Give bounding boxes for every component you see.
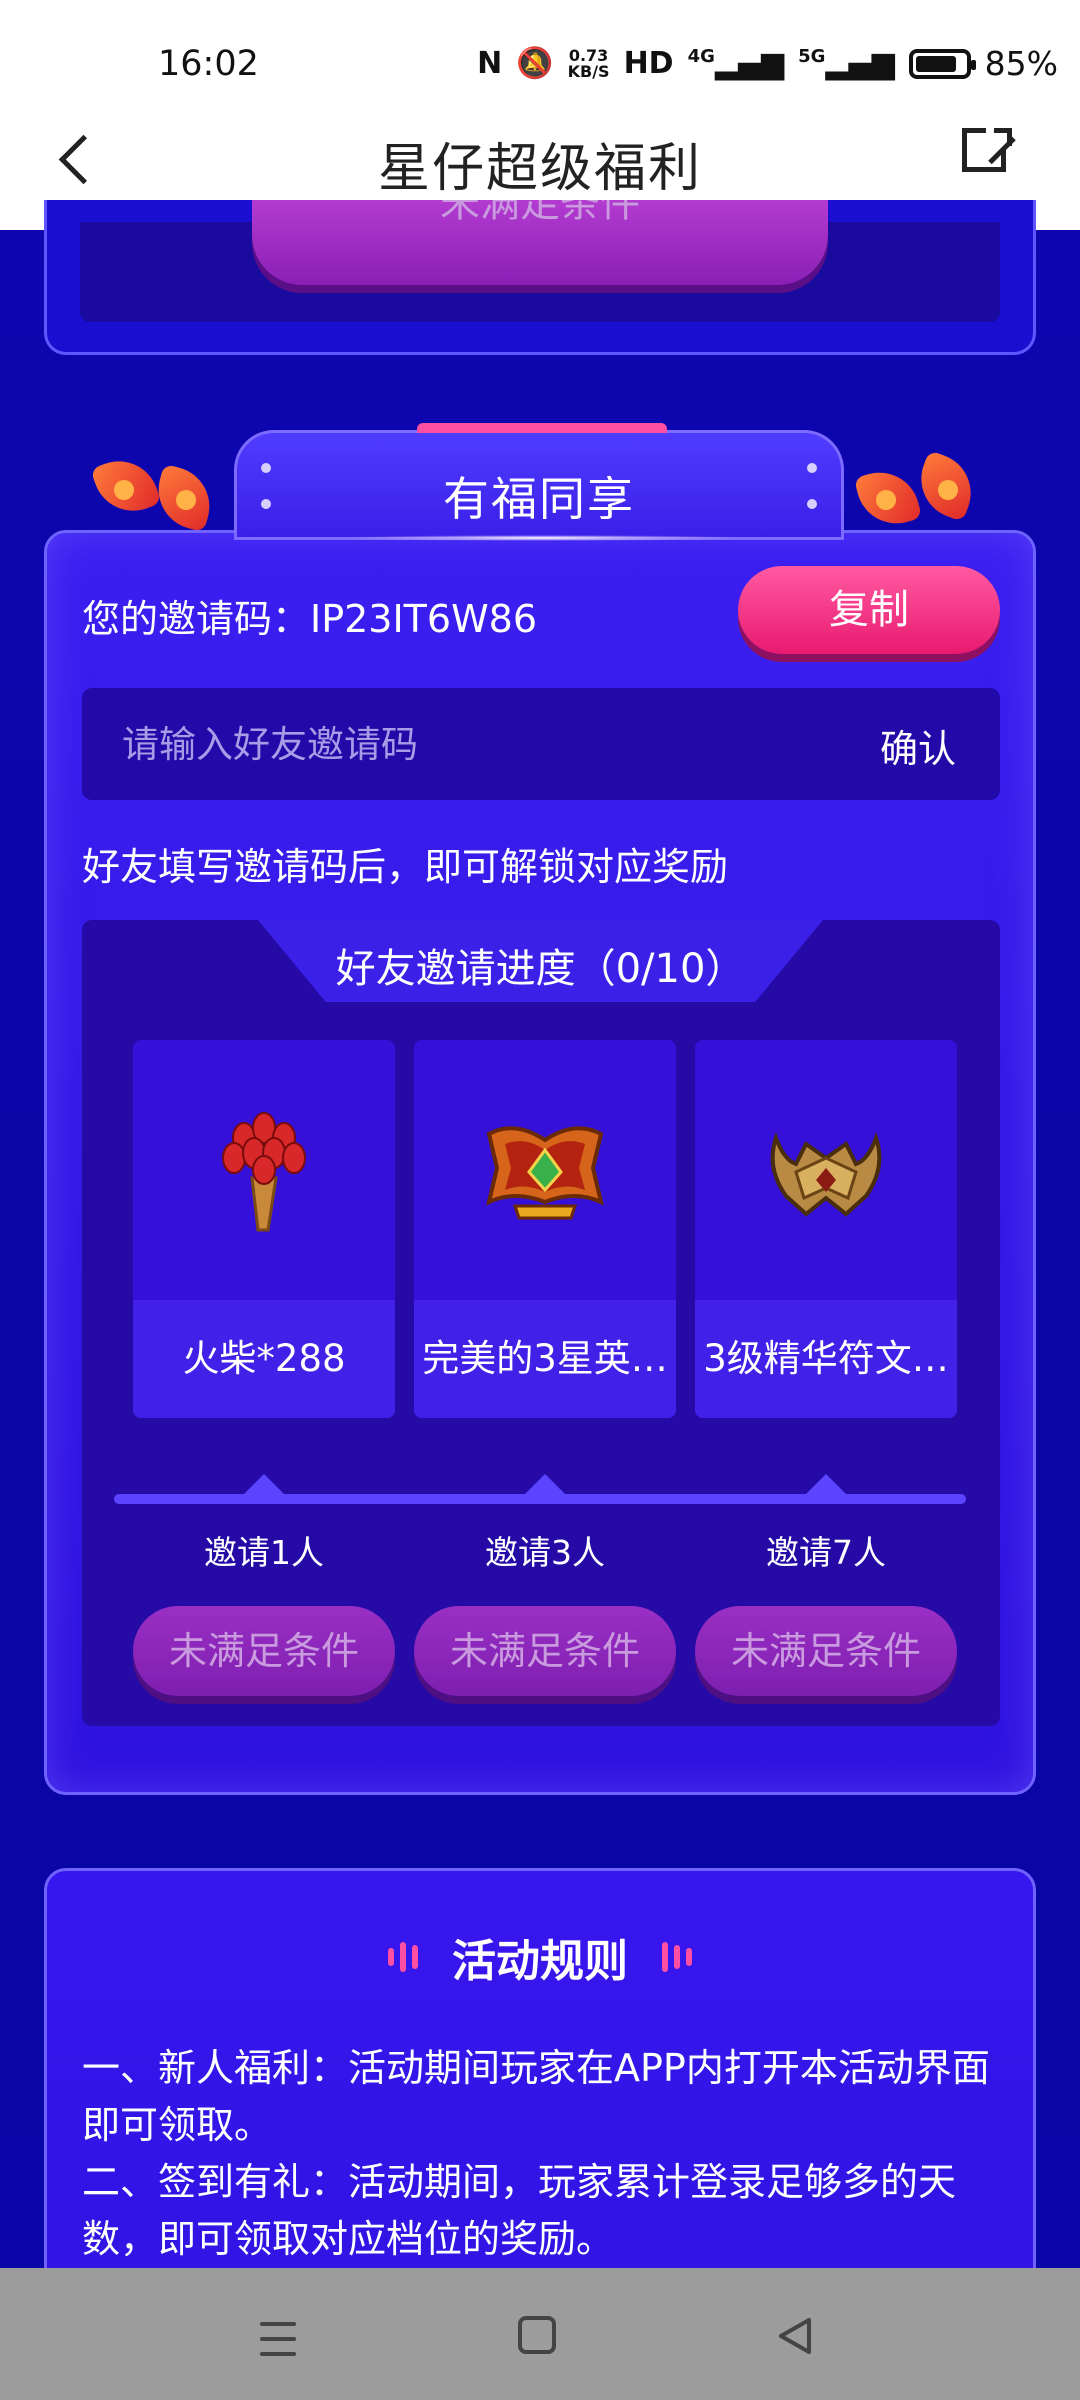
reward-name: 完美的3星英… [422,1337,668,1380]
claim-condition-button[interactable]: 未满足条件 [695,1606,957,1696]
battery-fill [915,55,957,72]
winged-banner-icon [486,1126,604,1220]
mute-bell-icon: 🔕 [516,46,554,81]
system-nav-bar [0,2268,1080,2400]
reward-name: 3级精华符文… [703,1337,949,1380]
invite-code-label: 您的邀请码：IP23IT6W86 [82,597,537,641]
status-time: 16:02 [158,44,259,84]
rules-title-row: 活动规则 [0,1925,1080,1989]
net-speed-unit: KB/S [567,61,610,81]
menu-icon[interactable] [258,2320,302,2360]
invite-card-title: 有福同享 [443,472,635,526]
claim-condition-label: 未满足条件 [730,1629,921,1673]
signal-4g-label: 4G [687,46,715,67]
share-icon[interactable] [960,120,1016,176]
claim-condition-label: 未满足条件 [449,1629,640,1673]
rules-title: 活动规则 [452,1936,628,1987]
status-icons: N 🔕 0.73 KB/S HD 4G▂▄▆ 5G▂▄▆ 85% [477,44,1058,83]
signal-5g-label: 5G [798,46,826,67]
horned-crown-icon [770,1131,882,1217]
milestone-label: 邀请3人 [485,1533,605,1572]
rules-line: 二、签到有礼：活动期间，玩家累计登录足够多的天数，即可领取对应档位的奖励。 [82,2160,957,2261]
milestone-label: 邀请7人 [766,1533,886,1572]
lantern-dot [876,490,896,510]
left-lantern-decoration [84,440,234,533]
equalizer-left-icon [385,1942,421,1972]
back-triangle-icon[interactable] [775,2316,815,2356]
previous-condition-button[interactable]: 未满足条件 [252,200,828,285]
invite-card-header: 有福同享 [234,423,844,541]
equalizer-right-icon [659,1942,695,1972]
page-root: { "status_bar": { "time": "16:02", "net_… [0,0,1080,2400]
previous-condition-label: 未满足条件 [440,200,640,226]
claim-condition-button[interactable]: 未满足条件 [414,1606,676,1696]
copy-button[interactable]: 复制 [738,566,1000,654]
copy-button-label: 复制 [829,587,909,633]
battery-icon [908,48,976,79]
status-bar: 16:02 N 🔕 0.73 KB/S HD 4G▂▄▆ 5G▂▄▆ 85% [0,0,1080,100]
rules-line: 一、新人福利：活动期间玩家在APP内打开本活动界面即可领取。 [82,2046,990,2147]
lantern-dot [176,490,196,510]
lantern-dot [938,480,958,500]
milestone-marker [242,1474,286,1496]
net-speed: 0.73 KB/S [567,47,610,81]
milestone-label: 邀请1人 [204,1533,324,1572]
milestone-marker [523,1474,567,1496]
rules-text: 一、新人福利：活动期间玩家在APP内打开本活动界面即可领取。 二、签到有礼：活动… [82,2040,1002,2268]
claim-condition-label: 未满足条件 [168,1629,359,1673]
reward-card[interactable]: 火柴*288 [133,1040,395,1418]
reward-card[interactable]: 完美的3星英… [414,1040,676,1418]
hd-voice-icon: HD [623,46,674,81]
battery-percent: 85% [984,44,1058,83]
confirm-button[interactable]: 确认 [880,718,956,773]
invite-hint: 好友填写邀请码后，即可解锁对应奖励 [82,845,729,889]
reward-card[interactable]: 3级精华符文… [695,1040,957,1418]
reward-name: 火柴*288 [182,1337,346,1380]
home-square-icon[interactable] [518,2316,556,2354]
invite-code-input[interactable] [122,718,762,770]
signal-5g-icon: 5G▂▄▆ [798,46,895,81]
claim-condition-button[interactable]: 未满足条件 [133,1606,395,1696]
milestone-marker [804,1474,848,1496]
invite-code-input-row: 确认 [82,688,1000,800]
signal-4g-icon: 4G▂▄▆ [687,46,785,81]
nfc-icon: N [477,46,503,81]
right-lantern-decoration [846,440,996,533]
progress-title: 好友邀请进度（0/10） [335,946,746,992]
torch-bouquet-icon [222,1112,306,1232]
page-title: 星仔超级福利 [377,139,702,199]
share-arrowhead-side [1007,128,1012,146]
lantern-dot [114,480,134,500]
